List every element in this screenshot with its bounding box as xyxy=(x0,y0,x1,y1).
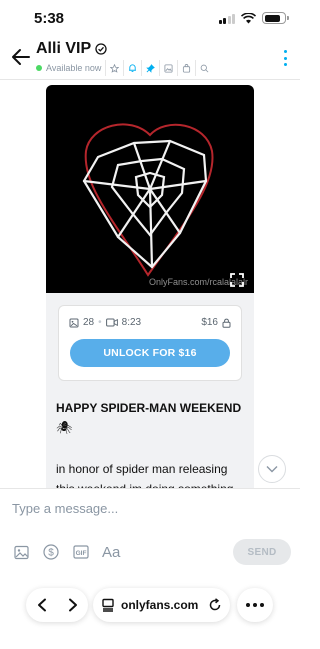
attach-image-icon[interactable] xyxy=(12,543,30,561)
locked-content-box: 28 • 8:23 $16 UNLOCK FOR $16 xyxy=(58,305,242,381)
gif-icon[interactable]: GIF xyxy=(72,543,90,561)
cellular-signal-icon xyxy=(218,13,235,24)
bell-icon[interactable] xyxy=(123,60,141,76)
chat-title[interactable]: Alli VIP xyxy=(36,40,91,58)
availability-status: Available now xyxy=(46,63,102,73)
media-counts: 28 • 8:23 xyxy=(69,317,141,328)
message-media-preview[interactable]: OnlyFans.com/rcalalalalr xyxy=(46,85,254,293)
status-time: 5:38 xyxy=(34,10,65,27)
battery-icon xyxy=(262,12,289,24)
scroll-down-button[interactable] xyxy=(258,455,286,483)
status-bar: 5:38 xyxy=(0,0,300,36)
shop-icon[interactable] xyxy=(177,60,195,76)
svg-text:$: $ xyxy=(48,548,54,559)
wifi-icon xyxy=(241,12,256,23)
video-icon xyxy=(105,318,118,327)
back-arrow-icon[interactable] xyxy=(10,46,32,68)
chevron-down-icon xyxy=(266,466,278,473)
address-bar[interactable]: onlyfans.com xyxy=(93,588,230,622)
reload-icon[interactable] xyxy=(208,598,222,612)
more-options-icon[interactable] xyxy=(282,50,288,66)
photo-count: 28 xyxy=(83,317,95,328)
send-button[interactable]: SEND xyxy=(233,539,291,565)
browser-forward-icon[interactable] xyxy=(67,598,79,612)
pin-icon[interactable] xyxy=(141,60,159,76)
price-label: $16 xyxy=(201,317,218,328)
browser-nav-controls xyxy=(26,588,88,622)
image-icon[interactable] xyxy=(159,60,177,76)
svg-text:GIF: GIF xyxy=(76,550,87,557)
browser-back-icon[interactable] xyxy=(36,598,48,612)
url-text[interactable]: onlyfans.com xyxy=(121,598,202,612)
photo-icon xyxy=(69,318,79,327)
composer-tools: $ GIF Aa xyxy=(12,543,120,561)
verified-icon xyxy=(95,43,107,55)
status-icons xyxy=(218,12,289,24)
message-title: HAPPY SPIDER-MAN WEEKEND xyxy=(56,401,242,415)
search-icon[interactable] xyxy=(195,60,213,76)
online-status-dot xyxy=(36,65,42,71)
chat-messages[interactable]: OnlyFans.com/rcalalalalr 28 • 8:23 $16 U… xyxy=(0,80,300,488)
browser-more-icon[interactable] xyxy=(237,588,273,622)
spider-emoji: 🕷 xyxy=(56,420,73,435)
star-icon[interactable] xyxy=(105,60,123,76)
message-input[interactable] xyxy=(12,501,282,516)
chat-header: Alli VIP Available now xyxy=(0,36,300,80)
web-heart-image xyxy=(82,123,214,277)
text-format-button[interactable]: Aa xyxy=(102,543,120,561)
paid-message-card: OnlyFans.com/rcalalalalr 28 • 8:23 $16 U… xyxy=(46,85,254,488)
lock-icon xyxy=(222,318,231,328)
message-composer: $ GIF Aa SEND xyxy=(0,488,300,588)
price-dollar-icon[interactable]: $ xyxy=(42,543,60,561)
header-sub-row: Available now xyxy=(36,60,213,76)
unlock-button[interactable]: UNLOCK FOR $16 xyxy=(70,339,230,367)
chat-title-row[interactable]: Alli VIP xyxy=(36,40,107,58)
video-length: 8:23 xyxy=(121,317,142,328)
browser-toolbar: onlyfans.com xyxy=(0,588,300,649)
expand-icon[interactable] xyxy=(230,273,244,287)
page-menu-icon[interactable] xyxy=(101,598,115,612)
message-body: in honor of spider man releasing this we… xyxy=(56,462,233,488)
message-price: $16 xyxy=(201,317,231,328)
